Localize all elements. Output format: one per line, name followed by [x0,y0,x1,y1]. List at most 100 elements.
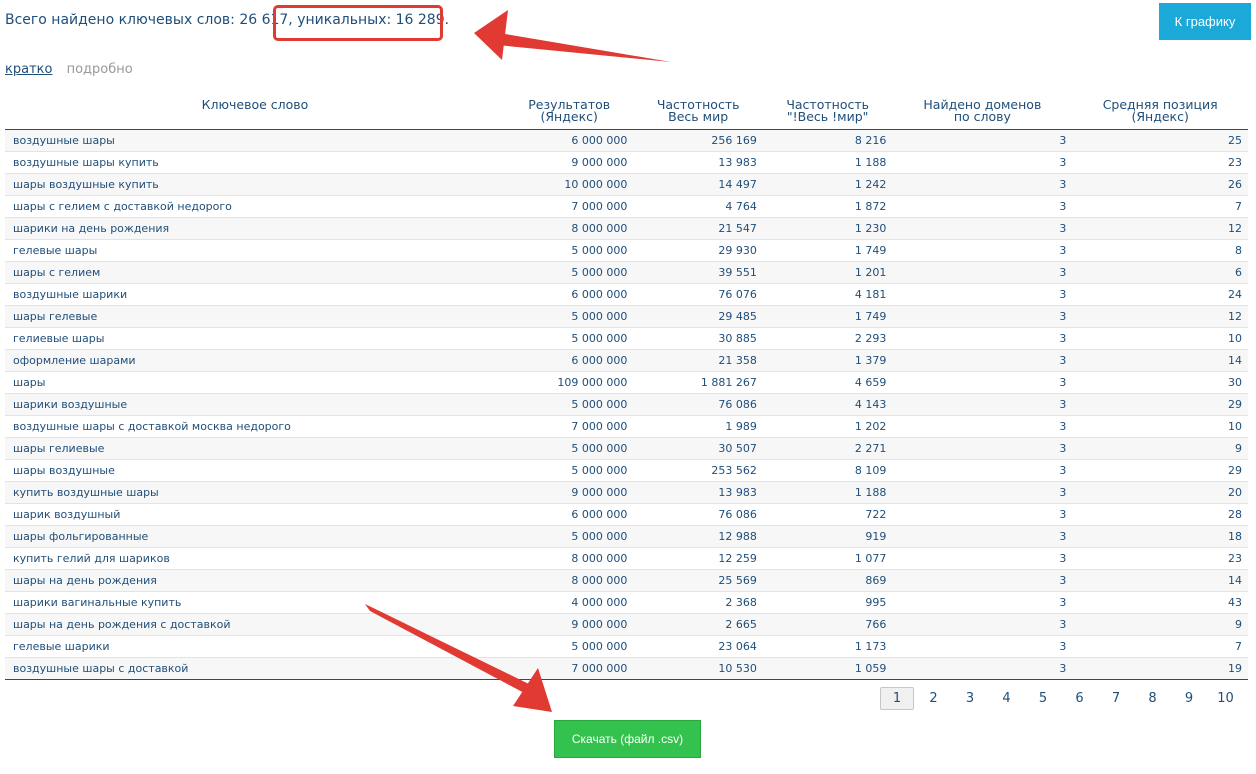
cell-results: 5 000 000 [505,261,634,284]
cell-avg-position: 29 [1072,459,1248,482]
cell-frequency: 76 086 [633,503,763,526]
cell-keyword[interactable]: шары воздушные [5,459,505,482]
cell-frequency-exact: 722 [762,503,893,526]
cell-keyword[interactable]: шарики на день рождения [5,217,505,240]
page-link-9[interactable]: 9 [1172,687,1206,710]
cell-keyword[interactable]: гелевые шарики [5,635,505,658]
page-link-8[interactable]: 8 [1136,687,1170,710]
table-row: воздушные шары с доставкой москва недоро… [5,415,1248,438]
cell-keyword[interactable]: воздушные шары с доставкой москва недоро… [5,415,505,438]
cell-frequency-exact: 1 202 [762,415,893,438]
cell-avg-position: 7 [1072,195,1248,218]
cell-keyword[interactable]: шары на день рождения [5,569,505,592]
cell-keyword[interactable]: воздушные шары купить [5,151,505,174]
table-row: шарики воздушные 5 000 000 76 086 4 143 3 29 [5,393,1248,416]
cell-keyword[interactable]: оформление шарами [5,349,505,372]
cell-frequency: 2 665 [633,613,763,636]
cell-domains: 3 [892,349,1073,372]
cell-keyword[interactable]: шарики воздушные [5,393,505,416]
cell-frequency: 29 930 [633,239,763,262]
cell-domains: 3 [892,129,1073,152]
cell-keyword[interactable]: гелиевые шары [5,327,505,350]
cell-keyword[interactable]: шарик воздушный [5,503,505,526]
table-row: шарик воздушный 6 000 000 76 086 722 3 28 [5,503,1248,526]
cell-frequency: 12 259 [633,547,763,570]
cell-keyword[interactable]: шары [5,371,505,394]
page-link-3[interactable]: 3 [953,687,987,710]
header-results[interactable]: Результатов (Яндекс) [505,97,634,130]
cell-keyword[interactable]: шарики вагинальные купить [5,591,505,614]
table-header-row: Ключевое слово Результатов (Яндекс) Часто… [5,97,1248,130]
table-row: шары воздушные 5 000 000 253 562 8 109 3 29 [5,459,1248,482]
cell-frequency-exact: 1 242 [762,173,893,196]
download-csv-button[interactable]: Скачать (файл .csv) [554,720,701,758]
cell-frequency-exact: 1 188 [762,481,893,504]
cell-frequency-exact: 1 059 [762,657,893,680]
page-link-4[interactable]: 4 [990,687,1024,710]
page-link-6[interactable]: 6 [1063,687,1097,710]
chart-button[interactable]: К графику [1159,3,1251,40]
cell-avg-position: 25 [1072,129,1248,152]
header-frequency-exact[interactable]: Частотность "!Весь !мир" [762,97,893,130]
cell-frequency-exact: 1 230 [762,217,893,240]
table-row: гелиевые шары 5 000 000 30 885 2 293 3 10 [5,327,1248,350]
header-keyword[interactable]: Ключевое слово [5,97,505,130]
cell-keyword[interactable]: воздушные шары [5,129,505,152]
cell-keyword[interactable]: шары гелевые [5,305,505,328]
header-avg-position[interactable]: Средняя позиция (Яндекс) [1072,97,1248,130]
cell-domains: 3 [892,239,1073,262]
page-link-2[interactable]: 2 [917,687,951,710]
page-link-5[interactable]: 5 [1026,687,1060,710]
cell-results: 7 000 000 [505,415,634,438]
cell-keyword[interactable]: шары с гелием с доставкой недорого [5,195,505,218]
cell-frequency: 76 086 [633,393,763,416]
cell-avg-position: 19 [1072,657,1248,680]
cell-keyword[interactable]: воздушные шарики [5,283,505,306]
cell-avg-position: 12 [1072,217,1248,240]
table-row: шары на день рождения 8 000 000 25 569 869 3… [5,569,1248,592]
cell-domains: 3 [892,283,1073,306]
cell-frequency-exact: 1 173 [762,635,893,658]
table-row: оформление шарами 6 000 000 21 358 1 379 3 14 [5,349,1248,372]
cell-keyword[interactable]: купить гелий для шариков [5,547,505,570]
table-row: шарики на день рождения 8 000 000 21 547 1 … [5,217,1248,240]
cell-keyword[interactable]: шары фольгированные [5,525,505,548]
page-link-10[interactable]: 10 [1209,687,1243,710]
cell-frequency: 4 764 [633,195,763,218]
cell-avg-position: 9 [1072,613,1248,636]
cell-frequency-exact: 8 216 [762,129,893,152]
cell-frequency-exact: 995 [762,591,893,614]
cell-frequency: 25 569 [633,569,763,592]
cell-results: 4 000 000 [505,591,634,614]
header-domains[interactable]: Найдено доменов по слову [892,97,1073,130]
cell-keyword[interactable]: купить воздушные шары [5,481,505,504]
cell-domains: 3 [892,569,1073,592]
cell-results: 7 000 000 [505,657,634,680]
page-link-7[interactable]: 7 [1099,687,1133,710]
cell-frequency-exact: 869 [762,569,893,592]
cell-keyword[interactable]: шары с гелием [5,261,505,284]
cell-frequency: 23 064 [633,635,763,658]
view-detailed-link[interactable]: подробно [67,62,133,77]
cell-frequency: 256 169 [633,129,763,152]
cell-keyword[interactable]: шары на день рождения с доставкой [5,613,505,636]
cell-frequency-exact: 4 181 [762,283,893,306]
table-row: шары гелиевые 5 000 000 30 507 2 271 3 9 [5,437,1248,460]
table-row: воздушные шарики 6 000 000 76 076 4 181 3 24 [5,283,1248,306]
header-frequency[interactable]: Частотность Весь мир [633,97,763,130]
cell-results: 5 000 000 [505,437,634,460]
cell-frequency-exact: 1 749 [762,305,893,328]
cell-domains: 3 [892,327,1073,350]
cell-keyword[interactable]: воздушные шары с доставкой [5,657,505,680]
cell-frequency: 21 358 [633,349,763,372]
cell-avg-position: 18 [1072,525,1248,548]
cell-frequency: 29 485 [633,305,763,328]
page-link-1[interactable]: 1 [880,687,914,710]
cell-frequency: 14 497 [633,173,763,196]
cell-domains: 3 [892,371,1073,394]
table-row: воздушные шары 6 000 000 256 169 8 216 3 25 [5,129,1248,152]
cell-keyword[interactable]: гелевые шары [5,239,505,262]
cell-keyword[interactable]: шары гелиевые [5,437,505,460]
cell-keyword[interactable]: шары воздушные купить [5,173,505,196]
view-brief-link[interactable]: кратко [5,62,52,77]
